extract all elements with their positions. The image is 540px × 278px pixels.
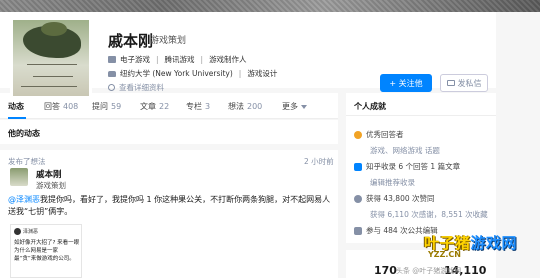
collected-label: 知乎收录 6 个回答 1 篇文章 xyxy=(366,162,461,171)
graduation-cap-icon xyxy=(108,70,116,77)
likes-label: 获得 43,800 次赞同 xyxy=(366,194,435,203)
thanks-stats: 获得 6,110 次感谢，8,551 次收藏 xyxy=(370,210,488,219)
thumb-text: 如好像开大招了? 来看一眼为什么网易是一家最“贪”来做游戏的公司。 xyxy=(14,240,80,262)
tab-activity[interactable]: 动态 xyxy=(8,101,24,112)
profile-name: 戚本刚 xyxy=(108,32,154,50)
profile-headline: 游戏策划 xyxy=(150,36,187,46)
tab-label: 回答 xyxy=(44,102,60,111)
view-details-link[interactable]: 查看详细资料 xyxy=(108,82,164,93)
tab-thoughts[interactable]: 想法 200 xyxy=(228,101,262,112)
collected-sub: 编辑推荐收录 xyxy=(370,178,415,187)
post-text[interactable]: @泽渊恶我提你吗，看好了，我提你吗 1 你这种果公关，不打断你两条狗腿，对不起网… xyxy=(8,194,336,218)
likes-row: 获得 43,800 次赞同 xyxy=(354,193,435,204)
tab-label: 想法 xyxy=(228,102,244,111)
briefcase-icon xyxy=(108,56,116,63)
post-image[interactable]: 泽渊恶 如好像开大招了? 来看一眼为什么网易是一家最“贪”来做游戏的公司。 xyxy=(10,224,82,278)
watermark-credit: 头条 @叶子猪游戏网 xyxy=(396,267,462,275)
industry-3: 游戏制作人 xyxy=(209,55,247,64)
tab-count: 3 xyxy=(205,102,211,111)
tab-articles[interactable]: 文章 22 xyxy=(140,101,169,112)
badge-topics[interactable]: 游戏、网络游戏 话题 xyxy=(370,145,440,156)
mention-link[interactable]: @泽渊恶 xyxy=(8,195,40,204)
profile-header: 戚本刚 游戏策划 电子游戏 | 腾讯游戏 | 游戏制作人 纽约大学 (New Y… xyxy=(0,12,496,99)
tab-label: 更多 xyxy=(282,102,298,111)
tab-count: 59 xyxy=(111,102,122,111)
tab-label: 提问 xyxy=(92,102,108,111)
activity-feed: 他的动态 发布了想法 2 小时前 戚本刚 游戏策划 @泽渊恶我提你吗，看好了，我… xyxy=(0,120,338,278)
following-count[interactable]: 170 xyxy=(374,264,397,277)
collected-row: 知乎收录 6 个回答 1 篇文章 xyxy=(354,161,460,172)
tab-label: 动态 xyxy=(8,102,24,111)
view-details-label: 查看详细资料 xyxy=(119,83,164,92)
avatar[interactable] xyxy=(10,17,92,99)
tab-more[interactable]: 更多 xyxy=(282,101,307,112)
thumb-author: 泽渊恶 xyxy=(23,229,39,235)
activity-time: 2 小时前 xyxy=(304,157,334,166)
follow-label: + 关注他 xyxy=(389,78,423,88)
tab-label: 文章 xyxy=(140,102,156,111)
tab-count: 22 xyxy=(159,102,170,111)
major: 游戏设计 xyxy=(247,69,278,78)
post-body: 我提你吗，看好了，我提你吗 1 你这种果公关，不打断你两条狗腿，对不起网易人送我… xyxy=(8,195,331,216)
message-label: 发私信 xyxy=(457,78,482,88)
edit-icon xyxy=(354,226,362,235)
thumbs-up-icon xyxy=(354,194,362,203)
industry-row: 电子游戏 | 腾讯游戏 | 游戏制作人 xyxy=(108,54,247,65)
message-icon xyxy=(446,80,455,86)
industry-1: 电子游戏 xyxy=(120,55,150,64)
chevron-down-icon xyxy=(301,104,307,109)
follow-button[interactable]: + 关注他 xyxy=(380,74,432,92)
watermark-brand-b: 游戏网 xyxy=(470,234,518,252)
author-avatar[interactable] xyxy=(10,168,28,186)
achievements-panel: 个人成就 优秀回答者 游戏、网络游戏 话题 知乎收录 6 个回答 1 篇文章 编… xyxy=(346,93,496,243)
chevron-down-icon xyxy=(108,84,115,91)
badge-label: 优秀回答者 xyxy=(366,130,404,139)
feed-title: 他的动态 xyxy=(8,129,40,138)
active-tab-indicator xyxy=(8,117,26,119)
school: 纽约大学 (New York University) xyxy=(120,69,233,78)
tab-count: 408 xyxy=(63,102,79,111)
message-button[interactable]: 发私信 xyxy=(440,74,488,92)
industry-2: 腾讯游戏 xyxy=(164,55,195,64)
achievements-title: 个人成就 xyxy=(354,102,386,111)
divider xyxy=(0,144,338,150)
tab-columns[interactable]: 专栏 3 xyxy=(186,101,210,112)
author-headline: 游戏策划 xyxy=(36,181,66,190)
watermark-url: YZZ.CN xyxy=(428,250,461,259)
tab-answers[interactable]: 回答 408 xyxy=(44,101,78,112)
author-name[interactable]: 戚本刚 xyxy=(36,168,62,180)
tab-label: 专栏 xyxy=(186,102,202,111)
tab-count: 200 xyxy=(247,102,263,111)
badge-row: 优秀回答者 xyxy=(354,129,404,140)
divider xyxy=(346,115,496,116)
activity-label: 发布了想法 xyxy=(8,157,46,166)
profile-cover xyxy=(0,0,540,12)
avatar xyxy=(14,228,21,235)
tab-questions[interactable]: 提问 59 xyxy=(92,101,121,112)
medal-icon xyxy=(354,130,362,139)
education-row: 纽约大学 (New York University) | 游戏设计 xyxy=(108,68,277,79)
collection-icon xyxy=(354,162,362,171)
